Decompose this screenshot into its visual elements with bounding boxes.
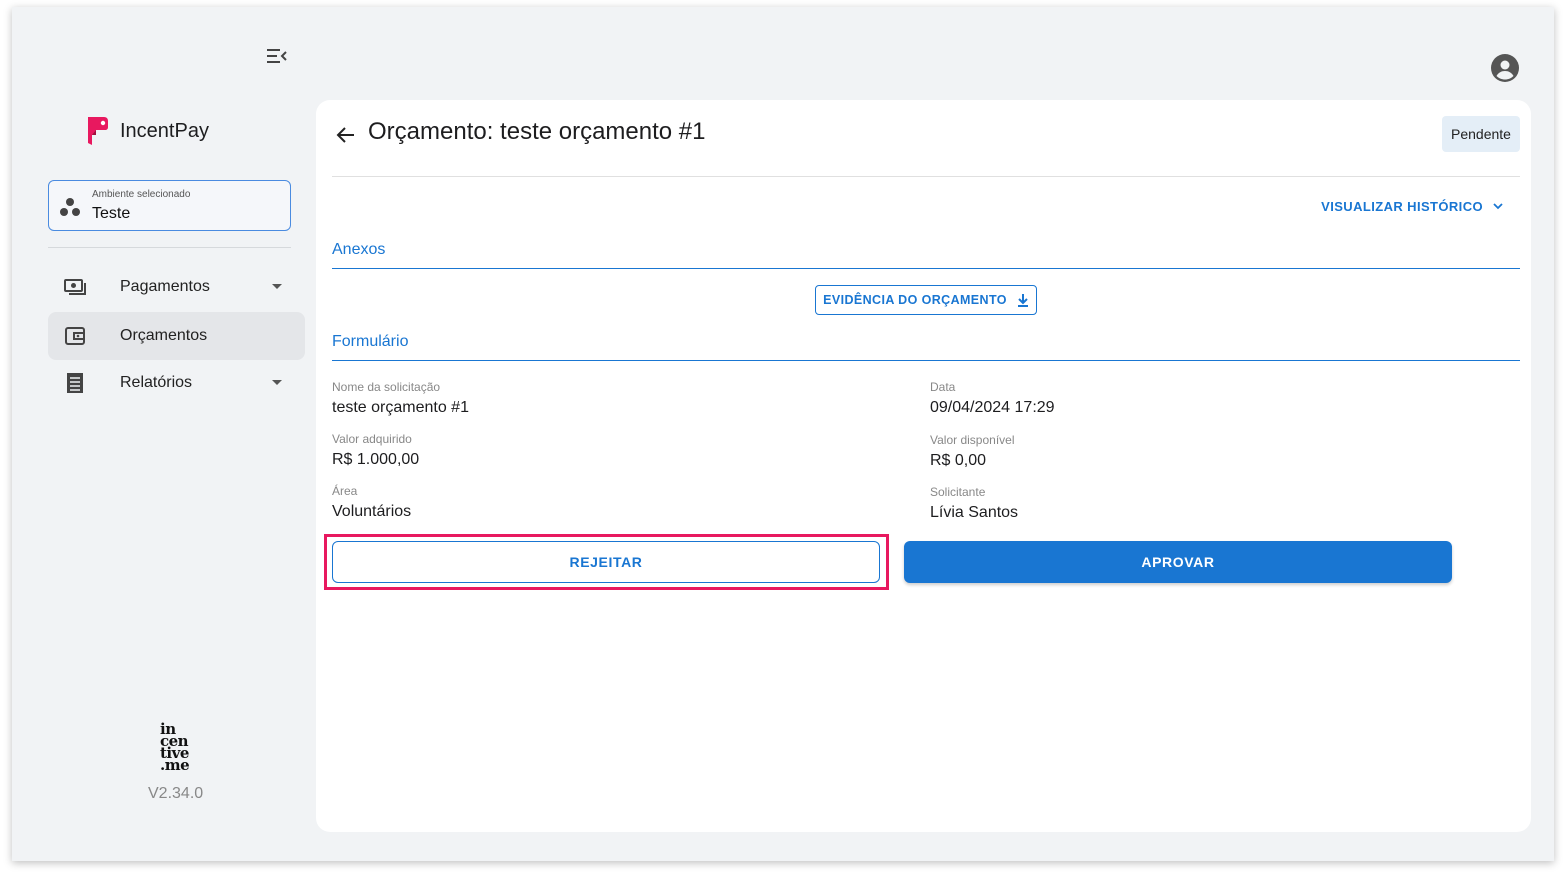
- available-value-value: R$ 0,00: [930, 452, 987, 469]
- incentpay-logo-icon: [88, 117, 108, 145]
- date-value: 09/04/2024 17:29: [930, 399, 1055, 416]
- request-name-label: Nome da solicitação: [332, 380, 441, 394]
- app-window: IncentPay Ambiente selecionado Teste Pag…: [12, 7, 1554, 861]
- app-name: IncentPay: [120, 119, 209, 142]
- acquired-value-value: R$ 1.000,00: [332, 451, 420, 468]
- environment-value: Teste: [92, 205, 131, 222]
- download-icon: [1017, 294, 1028, 307]
- chevron-down-icon: [1493, 203, 1503, 210]
- status-badge: Pendente: [1442, 116, 1520, 152]
- app-logo: IncentPay: [84, 115, 209, 147]
- download-evidence-button[interactable]: EVIDÊNCIA DO ORÇAMENTO: [815, 285, 1037, 315]
- available-value-label: Valor disponível: [930, 433, 1015, 447]
- app-version: V2.34.0: [148, 785, 204, 802]
- evidence-button-label: EVIDÊNCIA DO ORÇAMENTO: [823, 293, 1007, 307]
- report-icon: [67, 373, 83, 393]
- environment-icon: [60, 198, 80, 216]
- menu-collapse-icon[interactable]: [266, 47, 288, 65]
- environment-label: Ambiente selecionado: [92, 189, 191, 200]
- request-name-value: teste orçamento #1: [332, 399, 469, 416]
- incentive-me-logo: in cen tive .me: [160, 720, 190, 774]
- page-title: Orçamento: teste orçamento #1: [368, 118, 706, 145]
- attachments-section-line: [332, 268, 1520, 269]
- expand-caret-icon: [272, 284, 282, 289]
- expand-caret-icon: [272, 380, 282, 385]
- approve-button[interactable]: APROVAR: [904, 541, 1452, 583]
- reject-button[interactable]: REJEITAR: [332, 541, 880, 583]
- sidebar-item-pagamentos[interactable]: Pagamentos: [48, 263, 305, 311]
- area-label: Área: [332, 484, 358, 498]
- area-value: Voluntários: [332, 503, 412, 520]
- environment-selector[interactable]: Ambiente selecionado Teste: [48, 180, 291, 231]
- view-history-label: VISUALIZAR HISTÓRICO: [1321, 199, 1483, 214]
- sidebar-item-label: Pagamentos: [120, 278, 210, 295]
- sidebar-item-label: Orçamentos: [120, 327, 208, 344]
- wallet-icon: [65, 327, 85, 345]
- date-label: Data: [930, 380, 956, 394]
- attachments-section-title: Anexos: [332, 241, 386, 258]
- payments-icon: [64, 279, 86, 295]
- budget-detail-card: Orçamento: teste orçamento #1 Pendente V…: [316, 100, 1531, 832]
- back-arrow-icon[interactable]: [334, 124, 356, 146]
- sidebar-item-orcamentos[interactable]: Orçamentos: [48, 312, 305, 360]
- requester-value: Lívia Santos: [930, 504, 1019, 521]
- requester-label: Solicitante: [930, 485, 986, 499]
- sidebar-divider: [48, 247, 291, 248]
- form-section-title: Formulário: [332, 333, 409, 350]
- view-history-button[interactable]: VISUALIZAR HISTÓRICO: [1321, 199, 1503, 214]
- header-divider: [332, 176, 1520, 177]
- form-section-line: [332, 360, 1520, 361]
- sidebar-item-label: Relatórios: [120, 374, 193, 391]
- sidebar-item-relatorios[interactable]: Relatórios: [48, 359, 305, 407]
- user-account-icon[interactable]: [1491, 54, 1519, 82]
- acquired-value-label: Valor adquirido: [332, 432, 412, 446]
